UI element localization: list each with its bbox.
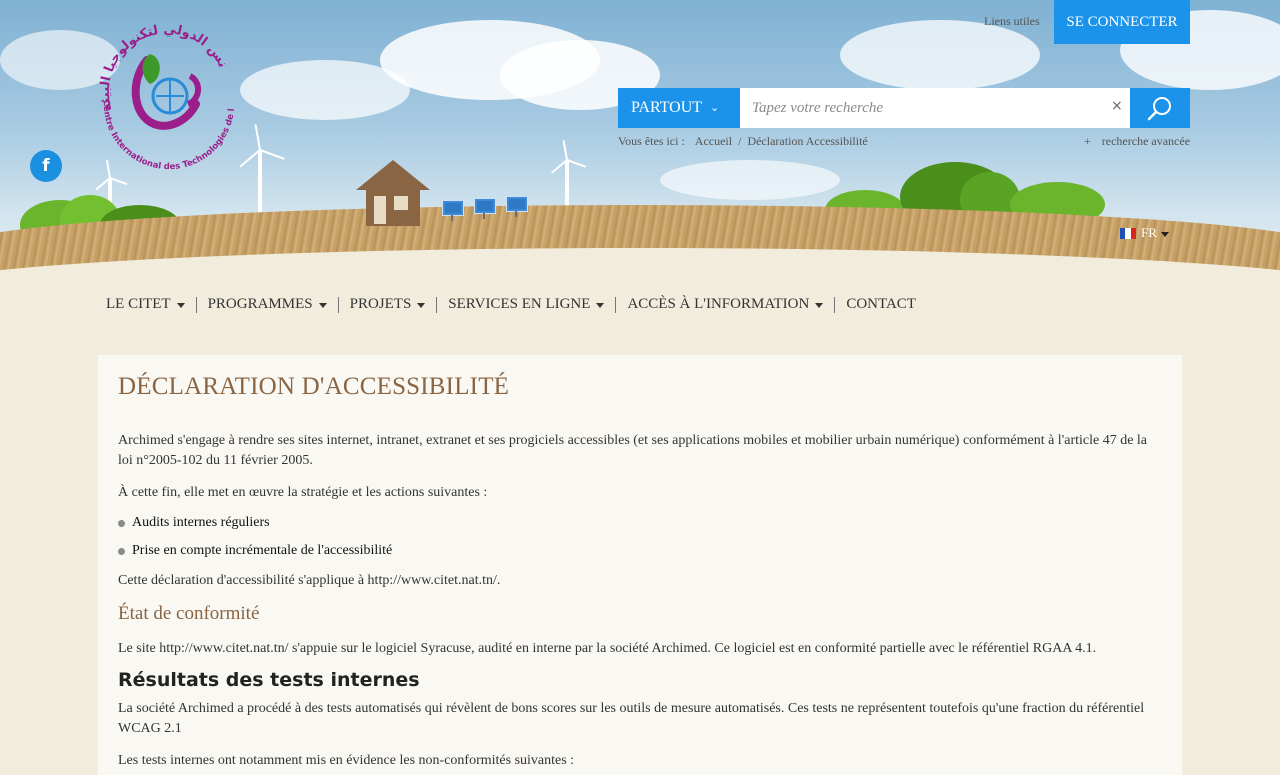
results-heading: Résultats des tests internes [118,669,420,691]
conformity-heading: État de conformité [118,603,260,624]
nav-separator [337,296,339,313]
breadcrumb-prefix: Vous êtes ici : [618,134,685,148]
nav-item-le-citet[interactable]: LE CITET [106,296,185,313]
language-selector[interactable]: FR [1120,225,1169,241]
cloud [240,60,410,120]
main-nav: LE CITET PROGRAMMES PROJETS SERVICES EN … [106,296,916,313]
breadcrumb-current: Déclaration Accessibilité [747,134,868,148]
nav-separator [436,296,438,313]
solar-panel [442,200,464,216]
breadcrumb-home-link[interactable]: Accueil [695,134,732,148]
breadcrumb-separator: / [738,134,742,148]
search-input[interactable] [740,88,1100,128]
nav-item-projets[interactable]: PROJETS [350,296,426,313]
clear-search-icon[interactable]: × [1111,98,1123,114]
page-title: DÉCLARATION D'ACCESSIBILITÉ [118,373,510,400]
language-label: FR [1141,225,1157,240]
caret-down-icon [176,303,185,308]
solar-panel [474,198,496,214]
bullet-icon [116,518,127,528]
advanced-search-link[interactable]: + recherche avancée [1084,134,1190,149]
nav-item-acces-information[interactable]: ACCÈS À L'INFORMATION [627,296,824,313]
search-scope-dropdown[interactable]: PARTOUT ⌄ [618,88,740,128]
facebook-icon[interactable]: f [30,150,62,182]
results-more-paragraph: Les tests internes ont notamment mis en … [118,753,575,768]
applies-paragraph: Cette déclaration d'accessibilité s'appl… [118,573,501,588]
search-field: × [740,88,1130,128]
cloud [840,20,1040,90]
nav-item-contact[interactable]: CONTACT [846,296,916,313]
nav-item-programmes[interactable]: PROGRAMMES [208,296,327,313]
content-panel: DÉCLARATION D'ACCESSIBILITÉ Archimed s'e… [98,355,1182,775]
caret-down-icon [815,303,824,308]
bullet-icon [116,546,127,556]
nav-separator [834,296,836,313]
plus-icon: + [1084,134,1091,148]
strategy-paragraph: À cette fin, elle met en œuvre la straté… [118,485,488,500]
cloud [660,160,840,200]
nav-separator [615,296,617,313]
search-scope-label: PARTOUT [631,99,703,116]
caret-down-icon [417,303,426,308]
breadcrumb: Vous êtes ici : Accueil / Déclaration Ac… [618,134,871,149]
useful-links[interactable]: Liens utiles [984,14,1040,29]
intro-paragraph: Archimed s'engage à rendre ses sites int… [118,433,1148,468]
caret-down-icon [596,303,605,308]
nav-item-services-en-ligne[interactable]: SERVICES EN LIGNE [448,296,605,313]
search-button[interactable] [1130,88,1190,128]
search-icon [1147,97,1171,121]
login-button[interactable]: SE CONNECTER [1054,0,1190,44]
conformity-paragraph: Le site http://www.citet.nat.tn/ s'appui… [118,641,1097,656]
list-item: Prise en compte incrémentale de l'access… [116,543,1162,559]
french-flag-icon [1120,227,1136,239]
list-item: Audits internes réguliers [116,515,1162,531]
advanced-search-label: recherche avancée [1101,134,1191,148]
nav-separator [195,296,197,313]
caret-down-icon [1160,231,1169,237]
svg-text:مركز تونس الدولي لتكنولوجيا ال: مركز تونس الدولي لتكنولوجيا البيئة [92,20,230,113]
citet-logo[interactable]: مركز تونس الدولي لتكنولوجيا البيئة Centr… [92,20,242,170]
chevron-down-icon: ⌄ [710,101,720,114]
results-paragraph: La société Archimed a procédé à des test… [118,701,1145,736]
solar-panel [506,196,528,212]
caret-down-icon [318,303,327,308]
